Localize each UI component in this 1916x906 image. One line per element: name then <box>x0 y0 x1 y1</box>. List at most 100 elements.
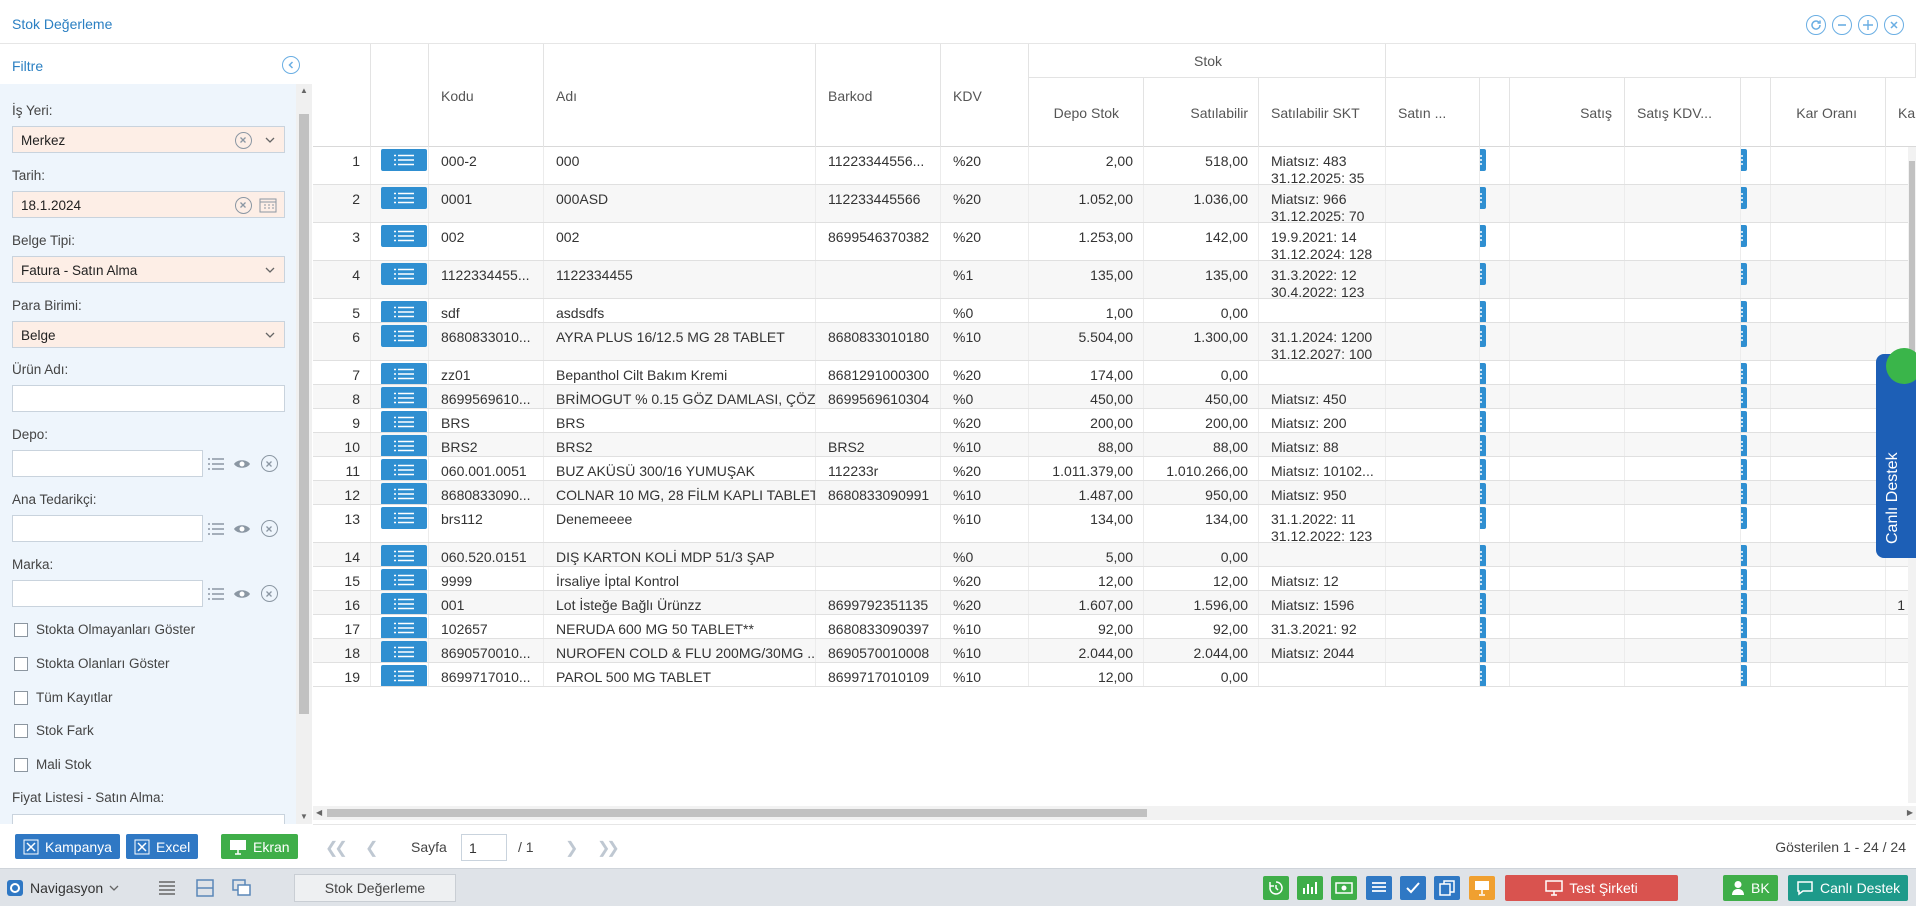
price-menu-icon[interactable] <box>1741 435 1747 456</box>
copy-icon[interactable] <box>1434 876 1460 900</box>
scroll-down-icon[interactable]: ▼ <box>300 812 308 821</box>
table-row[interactable]: 17 102657 NERUDA 600 MG 50 TABLET** 8680833… <box>313 615 1916 639</box>
price-menu-icon[interactable] <box>1480 301 1486 322</box>
presentation-icon[interactable] <box>1469 876 1495 900</box>
satis-kdv-header[interactable]: Satış KDV... <box>1625 78 1741 147</box>
check-mali-stok[interactable]: Mali Stok <box>14 757 92 772</box>
table-row[interactable]: 9 BRS BRS %20 200,00 200,00 Miatsız: 200 <box>313 409 1916 433</box>
table-row[interactable]: 5 sdf asdsdfs %0 1,00 0,00 <box>313 299 1916 323</box>
refresh-icon[interactable] <box>1806 15 1826 35</box>
history-icon[interactable] <box>1263 876 1289 900</box>
kodu-header[interactable]: Kodu <box>429 44 544 147</box>
checkbox[interactable] <box>14 723 28 738</box>
scroll-up-icon[interactable]: ▲ <box>300 86 308 95</box>
clear-icon[interactable] <box>234 196 252 214</box>
row-menu-icon[interactable] <box>381 187 427 209</box>
checkbox[interactable] <box>14 622 28 637</box>
row-menu-icon[interactable] <box>381 225 427 247</box>
marka-input[interactable] <box>12 580 203 607</box>
kdv-header[interactable]: KDV <box>941 44 1029 147</box>
price-menu-icon[interactable] <box>1480 225 1486 247</box>
price-menu-icon[interactable] <box>1480 325 1486 347</box>
table-row[interactable]: 16 001 Lot İsteğe Bağlı Ürünzz 869979235113… <box>313 591 1916 615</box>
price-menu-icon[interactable] <box>1741 187 1747 209</box>
table-row[interactable]: 18 8690570010... NUROFEN COLD & FLU 200MG/… <box>313 639 1916 663</box>
company-button[interactable]: Test Şirketi <box>1505 875 1678 901</box>
navigation-menu[interactable]: Navigasyon <box>6 876 119 900</box>
chevron-down-icon[interactable] <box>261 261 279 279</box>
maximize-icon[interactable] <box>1858 15 1878 35</box>
calendar-icon[interactable] <box>259 196 277 214</box>
table-row[interactable]: 1 000-2 000 11223344556... %20 2,00 518,00 Miat… <box>313 147 1916 185</box>
row-menu-icon[interactable] <box>381 665 427 686</box>
clear-icon[interactable] <box>257 580 281 607</box>
scroll-left-icon[interactable]: ◀ <box>316 808 322 817</box>
price-menu-icon[interactable] <box>1741 483 1747 504</box>
close-icon[interactable] <box>1884 15 1904 35</box>
price-menu-icon[interactable] <box>1741 617 1747 638</box>
urun-adi-input[interactable] <box>12 385 285 412</box>
price-menu-icon[interactable] <box>1480 387 1486 408</box>
price-menu-icon[interactable] <box>1480 363 1486 384</box>
chevron-down-icon[interactable] <box>261 326 279 344</box>
table-row[interactable]: 14 060.520.0151 DIŞ KARTON KOLİ MDP 51/3 Ş… <box>313 543 1916 567</box>
check-icon[interactable] <box>1400 876 1426 900</box>
scroll-right-icon[interactable]: ▶ <box>1907 808 1913 817</box>
price-menu-icon[interactable] <box>1480 459 1486 480</box>
satilabilir-header[interactable]: Satılabilir <box>1144 78 1259 147</box>
price-menu-icon[interactable] <box>1480 483 1486 504</box>
check-tum-kayitlar[interactable]: Tüm Kayıtlar <box>14 690 113 705</box>
table-row[interactable]: 11 060.001.0051 BUZ AKÜSÜ 300/16 YUMUŞAK 11… <box>313 457 1916 481</box>
price-menu-icon[interactable] <box>1741 301 1747 322</box>
belge-tipi-select[interactable]: Fatura - Satın Alma <box>12 256 285 283</box>
list-icon[interactable] <box>1366 876 1392 900</box>
price-menu-icon[interactable] <box>1480 263 1486 285</box>
price-menu-icon[interactable] <box>1741 545 1747 566</box>
price-menu-icon[interactable] <box>1741 263 1747 285</box>
row-menu-icon[interactable] <box>381 435 427 456</box>
eye-icon[interactable] <box>230 580 254 607</box>
last-page-icon[interactable]: ❯❯ <box>597 838 620 858</box>
task-stok-degerleme[interactable]: Stok Değerleme <box>294 874 456 902</box>
grid-horizontal-scrollbar[interactable]: ◀ ▶ <box>313 806 1916 820</box>
kampanya-button[interactable]: Kampanya <box>15 834 120 859</box>
table-row[interactable]: 7 zz01 Bepanthol Cilt Bakım Kremi 868129100… <box>313 361 1916 385</box>
barkod-header[interactable]: Barkod <box>816 44 941 147</box>
price-menu-icon[interactable] <box>1480 411 1486 432</box>
table-row[interactable]: 4 1122334455... 1122334455 %1 135,00 135,00 31… <box>313 261 1916 299</box>
row-menu-icon[interactable] <box>381 263 427 285</box>
price-menu-icon[interactable] <box>1480 593 1486 614</box>
satin-header[interactable]: Satın ... <box>1386 78 1480 147</box>
kar-orani-header[interactable]: Kar Oranı <box>1771 78 1886 147</box>
row-menu-icon[interactable] <box>381 387 427 408</box>
price-menu-icon[interactable] <box>1480 617 1486 638</box>
price-menu-icon[interactable] <box>1480 569 1486 590</box>
fiyat-listesi-input[interactable] <box>12 814 285 824</box>
row-menu-icon[interactable] <box>381 593 427 614</box>
next-page-icon[interactable]: ❯ <box>565 838 579 858</box>
checkbox[interactable] <box>14 690 28 705</box>
filter-scrollbar[interactable]: ▲ ▼ <box>296 84 312 824</box>
para-birimi-select[interactable]: Belge <box>12 321 285 348</box>
list-icon[interactable] <box>204 450 228 477</box>
price-menu-icon[interactable] <box>1480 149 1486 171</box>
row-menu-icon[interactable] <box>381 569 427 590</box>
support-button[interactable]: Canlı Destek <box>1788 875 1909 901</box>
row-menu-icon[interactable] <box>381 507 427 529</box>
chevron-down-icon[interactable] <box>261 131 279 149</box>
price-menu-icon[interactable] <box>1741 387 1747 408</box>
price-menu-icon[interactable] <box>1480 545 1486 566</box>
row-menu-icon[interactable] <box>381 641 427 662</box>
scroll-thumb[interactable] <box>299 114 309 714</box>
page-input[interactable]: 1 <box>461 834 507 861</box>
user-button[interactable]: BK <box>1723 875 1778 901</box>
table-row[interactable]: 15 9999 İrsaliye İptal Kontrol %20 12,00 12,0… <box>313 567 1916 591</box>
clear-icon[interactable] <box>257 450 281 477</box>
row-menu-icon[interactable] <box>381 411 427 432</box>
list-icon[interactable] <box>204 515 228 542</box>
price-menu-icon[interactable] <box>1741 363 1747 384</box>
row-menu-icon[interactable] <box>381 301 427 322</box>
price-menu-icon[interactable] <box>1741 665 1747 686</box>
price-menu-icon[interactable] <box>1480 641 1486 662</box>
prev-page-icon[interactable]: ❮ <box>365 838 379 858</box>
